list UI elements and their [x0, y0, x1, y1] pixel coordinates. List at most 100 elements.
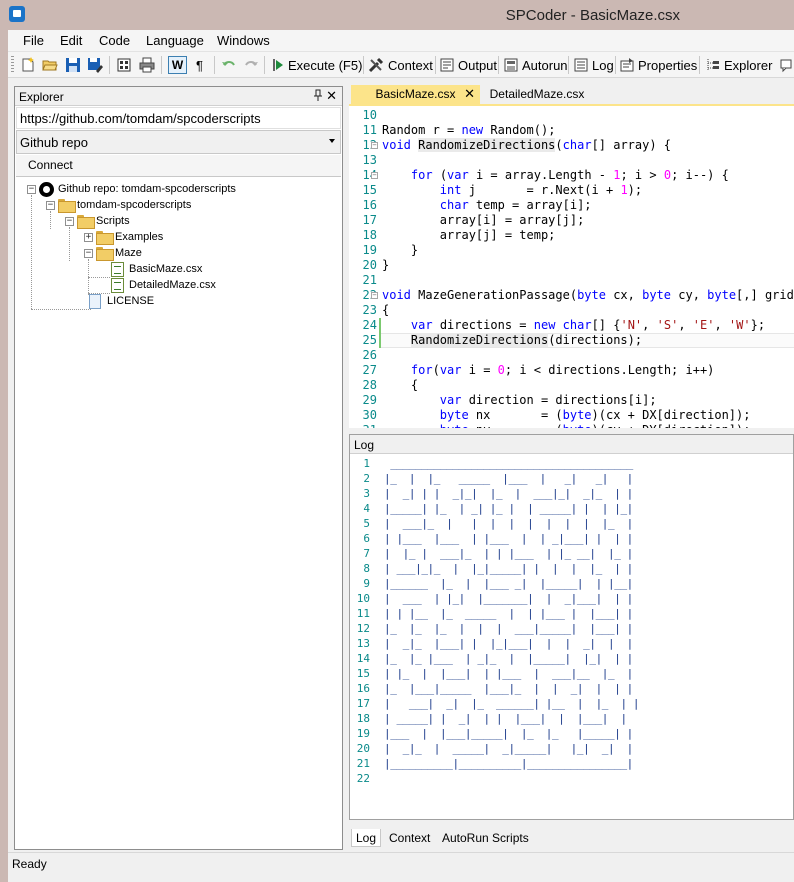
code-line: char temp = array[i];	[439, 198, 592, 212]
code-line: void RandomizeDirections(char[] array) {	[382, 138, 672, 152]
tree-connector	[69, 227, 70, 261]
tree-connector	[50, 211, 51, 229]
line-number: 11	[362, 123, 377, 137]
line-number: 8	[363, 562, 370, 575]
menu-file[interactable]: File	[23, 33, 44, 48]
tree-node-repo[interactable]: − tomdam-spcoderscripts	[46, 197, 191, 213]
pin-icon[interactable]	[314, 89, 322, 104]
tree-node-root[interactable]: − Github repo: tomdam-spcoderscripts	[27, 181, 236, 197]
code-line: byte ny = (byte)(cy + DY[direction]);	[382, 423, 751, 428]
autorun-icon	[504, 58, 518, 72]
line-number: 20	[362, 258, 377, 272]
line-number: 1	[363, 457, 370, 470]
undo-button[interactable]	[221, 56, 237, 74]
save-button[interactable]	[65, 56, 81, 74]
line-number: 15	[362, 183, 377, 197]
collapse-icon[interactable]: −	[84, 248, 93, 258]
tab-autorun-scripts[interactable]: AutoRun Scripts	[438, 829, 533, 847]
new-file-icon	[22, 57, 34, 72]
output-button[interactable]: Output	[439, 56, 497, 74]
code-line: }	[382, 258, 390, 272]
status-text: Ready	[12, 857, 47, 871]
tree-node-scripts[interactable]: − Scripts	[65, 213, 130, 229]
file-tree: − Github repo: tomdam-spcoderscripts − t…	[15, 181, 342, 841]
document-file-icon	[89, 293, 101, 309]
tree-node-examples[interactable]: + Examples	[84, 229, 163, 245]
toolbar-grip-icon[interactable]	[11, 56, 14, 74]
line-number: 30	[362, 408, 377, 422]
collapse-icon[interactable]: −	[46, 200, 55, 210]
code-editor[interactable]: 10 11 12 13 14 15 16 17 18 19 20 21 22 2…	[349, 104, 794, 428]
menu-windows[interactable]: Windows	[217, 33, 270, 48]
code-line: for(var i = 0; i < directions.Length; i+…	[410, 363, 715, 377]
explorer-panel: Explorer ✕ Github repo Connect − Github …	[14, 86, 343, 850]
source-type-select[interactable]: Github repo	[16, 130, 341, 154]
tab-detailedmaze[interactable]: DetailedMaze.csx	[480, 85, 594, 104]
expand-icon[interactable]: +	[84, 232, 93, 242]
print-button[interactable]	[139, 56, 155, 74]
toolbar-separator	[699, 56, 700, 74]
tree-node-license[interactable]: LICENSE	[89, 293, 154, 309]
github-icon	[39, 181, 54, 197]
redo-button[interactable]	[243, 56, 259, 74]
line-number: 10	[356, 592, 370, 605]
line-number: 13	[356, 637, 370, 650]
menu-bar: File Edit Code Language Windows	[8, 30, 794, 52]
log-header: Log	[350, 435, 793, 454]
line-number: 10	[362, 108, 377, 122]
tree-node-label: Maze	[115, 247, 142, 259]
log-button[interactable]: Log	[573, 56, 614, 74]
line-number: 18	[356, 712, 370, 725]
word-wrap-toggle[interactable]: W	[168, 56, 187, 74]
tree-node-maze[interactable]: − Maze	[84, 245, 142, 261]
help-button[interactable]	[780, 56, 792, 74]
code-line: for (var i = array.Length - 1; i > 0; i-…	[410, 168, 729, 182]
folder-icon	[96, 231, 114, 245]
collapse-icon[interactable]: −	[65, 216, 74, 226]
tree-node-detailedmaze[interactable]: DetailedMaze.csx	[111, 277, 216, 293]
execute-button[interactable]: Execute (F5)	[272, 56, 362, 74]
redo-icon	[245, 61, 258, 66]
fold-icon[interactable]: −	[371, 172, 378, 179]
autorun-button[interactable]: Autorun	[503, 56, 568, 74]
toolbar-separator	[498, 56, 499, 74]
line-number: 4	[363, 502, 370, 515]
autorun-label: Autorun	[522, 57, 568, 73]
log-line: |_ |_ |_ | | | ___|_____| |___| |	[384, 622, 633, 635]
close-icon[interactable]: ✕	[326, 88, 337, 104]
line-number: 29	[362, 393, 377, 407]
log-icon	[574, 58, 588, 72]
menu-code[interactable]: Code	[99, 33, 130, 48]
line-number: 18	[362, 228, 377, 242]
tab-basicmaze[interactable]: BasicMaze.csx ✕	[351, 85, 480, 104]
tab-context[interactable]: Context	[385, 829, 434, 847]
context-button[interactable]: Context	[368, 56, 433, 74]
log-line: | |___ |___ | |___ | | _|___| | | |	[384, 532, 633, 545]
log-line: | ___|_ | | | | | | | | |_ |	[384, 517, 633, 530]
properties-button[interactable]: Properties	[619, 56, 697, 74]
tab-log[interactable]: Log	[351, 829, 382, 847]
line-number: 2	[363, 472, 370, 485]
tree-node-label: LICENSE	[107, 295, 155, 307]
save-as-button[interactable]	[87, 56, 103, 74]
line-number: 25	[362, 333, 377, 347]
print-preview-button[interactable]	[116, 56, 132, 74]
new-file-button[interactable]	[20, 56, 36, 74]
explorer-button[interactable]: Explorer	[705, 56, 772, 74]
connect-button[interactable]: Connect	[16, 155, 341, 177]
tree-node-label: DetailedMaze.csx	[129, 279, 216, 291]
collapse-icon[interactable]: −	[27, 184, 36, 194]
fold-icon[interactable]: −	[371, 142, 378, 149]
tree-node-basicmaze[interactable]: BasicMaze.csx	[111, 261, 202, 277]
close-icon[interactable]: ✕	[464, 86, 475, 102]
menu-edit[interactable]: Edit	[60, 33, 82, 48]
menu-language[interactable]: Language	[146, 33, 204, 48]
open-file-button[interactable]	[42, 56, 58, 74]
repo-url-input[interactable]	[16, 107, 341, 129]
show-whitespace-toggle[interactable]: ¶	[196, 56, 203, 74]
log-line: | | |__ |_ _____ | | |___ | |___| |	[384, 607, 633, 620]
log-output[interactable]: 1 2 3 4 5 6 7 8 9 10 11 12 13 14 15 16 1…	[350, 454, 793, 819]
fold-icon[interactable]: −	[371, 292, 378, 299]
explorer-header: Explorer ✕	[15, 87, 342, 106]
tree-connector	[31, 309, 91, 310]
